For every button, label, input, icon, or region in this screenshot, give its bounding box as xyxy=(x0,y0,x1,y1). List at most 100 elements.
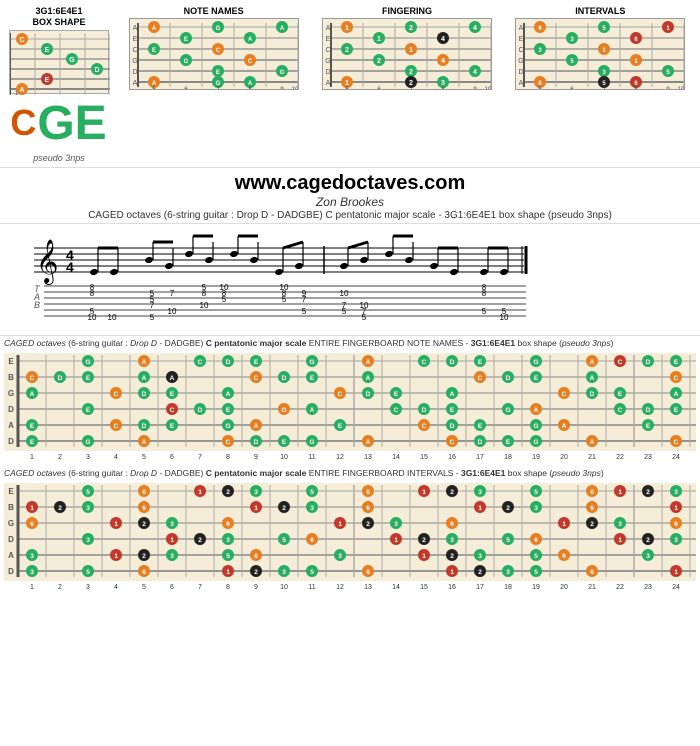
fingering-svg: A E C G D A 1 2 4 1 xyxy=(322,18,492,90)
svg-text:2: 2 xyxy=(422,537,426,544)
svg-text:6: 6 xyxy=(254,553,258,560)
svg-text:D: D xyxy=(519,69,524,76)
svg-text:E: E xyxy=(450,407,455,414)
svg-text:6: 6 xyxy=(170,454,174,461)
svg-text:4: 4 xyxy=(114,454,118,461)
svg-text:E: E xyxy=(254,359,259,366)
box-shape-svg: C A E G D E 1 xyxy=(10,31,110,95)
svg-text:1: 1 xyxy=(562,521,566,528)
svg-text:E: E xyxy=(8,487,14,496)
svg-text:E: E xyxy=(534,375,539,382)
svg-text:D: D xyxy=(142,423,147,430)
svg-text:23: 23 xyxy=(644,454,652,461)
svg-text:A: A xyxy=(519,80,524,87)
svg-text:E: E xyxy=(310,375,315,382)
svg-text:3: 3 xyxy=(86,454,90,461)
svg-text:6: 6 xyxy=(450,521,454,528)
svg-text:5: 5 xyxy=(310,569,314,576)
svg-text:7: 7 xyxy=(198,454,202,461)
svg-text:E: E xyxy=(132,36,137,43)
svg-text:6: 6 xyxy=(142,569,146,576)
svg-text:2: 2 xyxy=(58,584,62,591)
svg-text:21: 21 xyxy=(588,454,596,461)
svg-text:A: A xyxy=(132,80,137,87)
svg-text:G: G xyxy=(132,58,137,65)
svg-text:6: 6 xyxy=(590,505,594,512)
svg-text:A: A xyxy=(142,375,147,382)
svg-text:A: A xyxy=(254,423,259,430)
svg-text:A: A xyxy=(590,439,595,446)
svg-text:5: 5 xyxy=(222,295,227,304)
svg-text:10: 10 xyxy=(485,87,492,90)
svg-text:E: E xyxy=(282,439,287,446)
svg-text:8: 8 xyxy=(90,289,95,298)
svg-text:5: 5 xyxy=(282,537,286,544)
svg-text:G: G xyxy=(519,58,524,65)
svg-text:A: A xyxy=(562,423,567,430)
box-shape-container: 3G1:6E4E1 BOX SHAPE C xyxy=(4,6,114,163)
website-title: www.cagedoctaves.com xyxy=(0,172,700,195)
svg-text:5: 5 xyxy=(86,489,90,496)
svg-text:20: 20 xyxy=(560,584,568,591)
svg-text:A: A xyxy=(366,375,371,382)
svg-text:C: C xyxy=(450,439,455,446)
svg-text:4: 4 xyxy=(473,69,477,76)
svg-text:10: 10 xyxy=(168,307,177,316)
svg-text:10: 10 xyxy=(280,584,288,591)
svg-text:2: 2 xyxy=(226,489,230,496)
svg-text:6: 6 xyxy=(366,569,370,576)
svg-text:7: 7 xyxy=(198,584,202,591)
svg-text:G: G xyxy=(325,58,330,65)
svg-text:C: C xyxy=(478,375,483,382)
svg-text:A: A xyxy=(450,391,455,398)
svg-text:A: A xyxy=(519,25,524,32)
svg-text:𝄞: 𝄞 xyxy=(36,240,58,285)
svg-text:D: D xyxy=(8,437,14,446)
svg-text:1: 1 xyxy=(618,489,622,496)
svg-text:5: 5 xyxy=(342,307,347,316)
panel-fingering: FINGERING A E C G D A xyxy=(311,6,502,90)
svg-text:3: 3 xyxy=(478,553,482,560)
svg-text:C: C xyxy=(674,375,679,382)
svg-text:C: C xyxy=(226,439,231,446)
svg-text:2: 2 xyxy=(58,454,62,461)
svg-text:C: C xyxy=(519,47,524,54)
svg-text:2: 2 xyxy=(58,505,62,512)
svg-text:A: A xyxy=(19,87,24,94)
svg-text:D: D xyxy=(254,439,259,446)
svg-text:C: C xyxy=(132,47,137,54)
svg-text:5: 5 xyxy=(142,454,146,461)
svg-text:E: E xyxy=(86,375,91,382)
svg-text:E: E xyxy=(618,391,623,398)
svg-text:8: 8 xyxy=(226,584,230,591)
svg-text:D: D xyxy=(506,375,511,382)
svg-text:6: 6 xyxy=(366,505,370,512)
caged-logo: C GE xyxy=(4,96,114,151)
svg-text:2: 2 xyxy=(345,47,349,54)
svg-text:E: E xyxy=(326,36,331,43)
svg-text:10: 10 xyxy=(500,313,509,322)
svg-text:1: 1 xyxy=(377,36,381,43)
svg-text:3: 3 xyxy=(646,553,650,560)
svg-text:6: 6 xyxy=(30,521,34,528)
svg-text:3: 3 xyxy=(254,489,258,496)
box-shape-diagram: C A E G D E 1 xyxy=(9,30,109,94)
svg-text:9: 9 xyxy=(667,87,671,90)
svg-text:D: D xyxy=(450,359,455,366)
svg-text:A: A xyxy=(534,407,539,414)
svg-text:A: A xyxy=(8,421,14,430)
notation-svg: 𝄞 4 4 xyxy=(4,228,694,328)
full-fingerboard-notes: E B G D A D xyxy=(4,353,696,466)
svg-text:9: 9 xyxy=(473,87,477,90)
fingerboard-notes-title: CAGED octaves (6-string guitar : Drop D … xyxy=(4,338,696,349)
svg-text:5: 5 xyxy=(86,569,90,576)
svg-text:3: 3 xyxy=(674,537,678,544)
svg-text:C: C xyxy=(247,59,252,65)
svg-text:G: G xyxy=(215,26,220,32)
svg-text:20: 20 xyxy=(560,454,568,461)
svg-text:E: E xyxy=(152,48,156,54)
svg-text:1: 1 xyxy=(30,505,34,512)
svg-text:2: 2 xyxy=(409,25,413,32)
svg-text:17: 17 xyxy=(476,584,484,591)
svg-text:5: 5 xyxy=(142,584,146,591)
